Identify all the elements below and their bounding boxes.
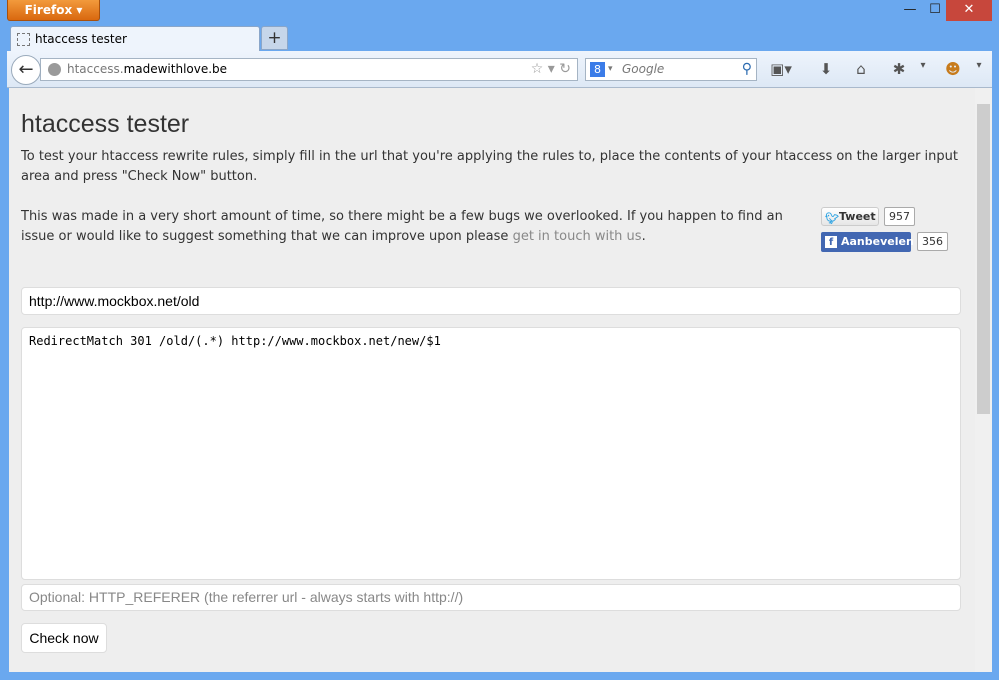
facebook-count: 356 [917, 232, 948, 251]
note-after: . [641, 229, 646, 244]
note-text: This was made in a very short amount of … [21, 207, 811, 247]
url-host: htaccess. [67, 62, 124, 76]
minimize-button[interactable]: — [898, 0, 922, 21]
twitter-icon: 🐦︎ [825, 212, 839, 225]
addon-monkey-icon[interactable]: ☻ [942, 60, 964, 78]
back-button[interactable]: ← [11, 55, 41, 85]
addon-dropdown-icon[interactable]: ▾ [968, 60, 990, 71]
note-before: This was made in a very short amount of … [21, 209, 783, 244]
url-input[interactable]: http://www.mockbox.net/old [21, 287, 961, 315]
favicon-icon [17, 33, 30, 46]
tweet-label: Tweet [839, 210, 876, 223]
new-tab-button[interactable]: + [261, 26, 288, 50]
search-input[interactable]: 8 ▾ Google ⚲ [585, 58, 757, 81]
firefox-menu-button[interactable]: Firefox ▾ [7, 0, 100, 21]
download-icon[interactable]: ⬇ [815, 60, 837, 78]
back-arrow-icon: ← [18, 59, 34, 80]
reload-icon[interactable]: ↻ [559, 61, 571, 77]
maximize-button[interactable]: ☐ [924, 0, 946, 21]
search-placeholder: Google [622, 62, 665, 76]
htaccess-rules-textarea[interactable]: RedirectMatch 301 /old/(.*) http://www.m… [21, 327, 961, 580]
globe-icon [48, 63, 61, 76]
tab-title: htaccess tester [35, 32, 127, 46]
facebook-like-button[interactable]: f Aanbevelen [821, 232, 914, 252]
facebook-icon: f [825, 236, 837, 248]
bookmark-star-icon[interactable]: ☆ [531, 61, 544, 77]
check-now-button[interactable]: Check now [21, 623, 107, 653]
history-dropdown-icon[interactable]: ▾ [548, 61, 555, 77]
scrollbar-thumb[interactable] [977, 104, 990, 414]
engine-dropdown-icon[interactable]: ▾ [608, 59, 613, 80]
close-button[interactable]: ✕ [946, 0, 992, 21]
intro-text: To test your htaccess rewrite rules, sim… [21, 149, 958, 184]
contact-link[interactable]: get in touch with us [513, 229, 642, 244]
url-bar[interactable]: htaccess.madewithlove.be ☆ ▾ ↻ [40, 58, 578, 81]
url-domain: madewithlove.be [123, 62, 228, 76]
extension-dropdown-icon[interactable]: ▾ [912, 60, 934, 71]
tweet-button[interactable]: 🐦︎ Tweet [821, 207, 879, 226]
search-icon[interactable]: ⚲ [742, 59, 752, 80]
bookmarks-icon[interactable]: ▣▾ [770, 60, 792, 78]
firefox-menu-label: Firefox [24, 3, 73, 17]
extension-icon[interactable]: ✱ [888, 60, 910, 78]
tweet-count: 957 [884, 207, 915, 226]
tab-htaccess-tester[interactable]: htaccess tester [10, 26, 260, 52]
referer-input[interactable]: Optional: HTTP_REFERER (the referrer url… [21, 584, 961, 611]
fb-label: Aanbevelen [841, 235, 914, 248]
home-icon[interactable]: ⌂ [850, 60, 872, 78]
google-icon[interactable]: 8 [590, 62, 605, 77]
page-title: htaccess tester [21, 110, 190, 138]
